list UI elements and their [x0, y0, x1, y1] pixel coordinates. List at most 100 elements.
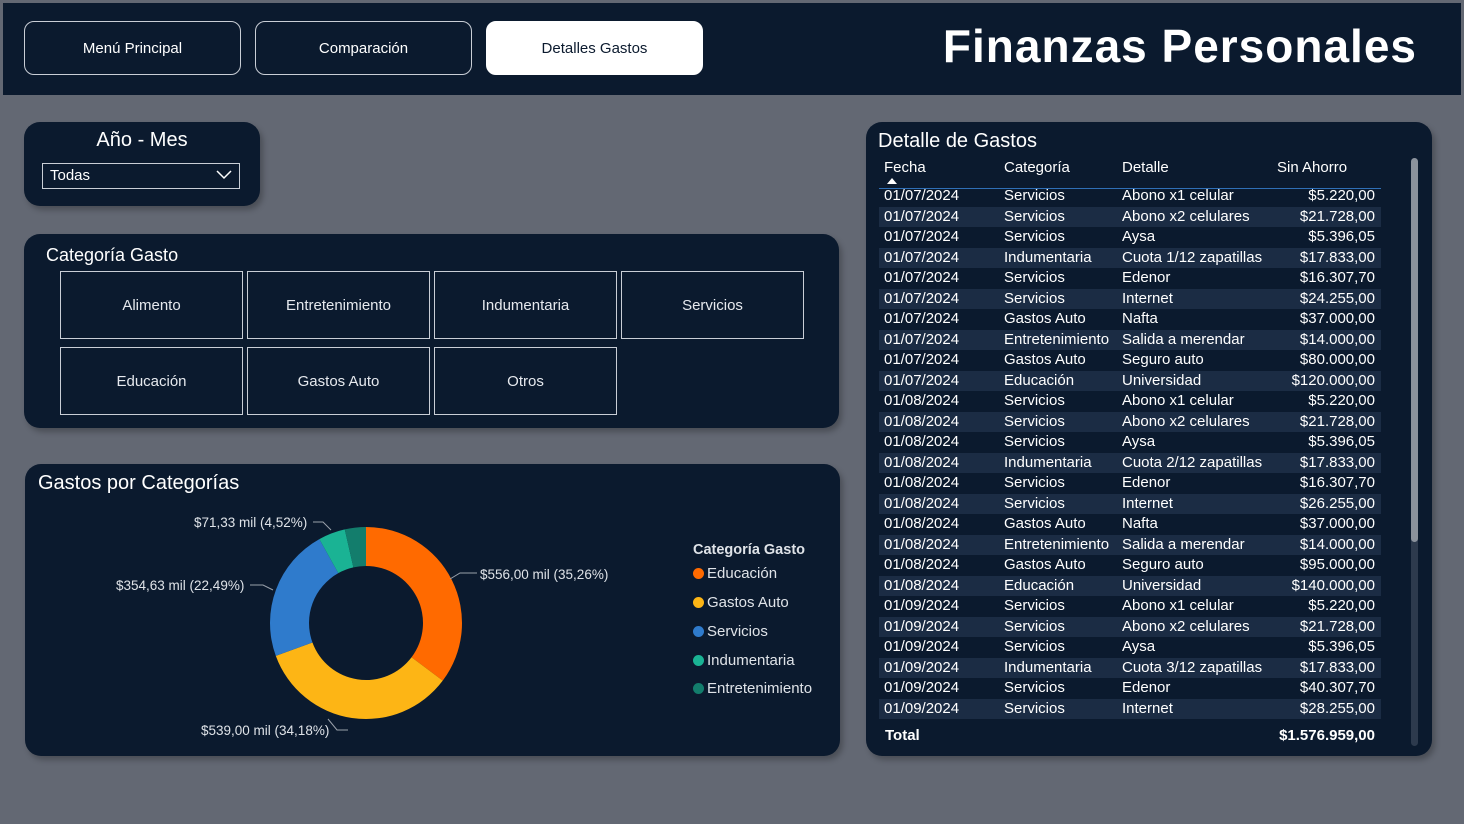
legend-item-servicios[interactable]: Servicios [693, 623, 768, 640]
table-row[interactable]: 01/07/2024 Educación Universidad $120.000,0… [879, 370, 1381, 391]
cell-categoria: Servicios [1004, 207, 1065, 225]
table-row[interactable]: 01/09/2024 Servicios Abono x2 celulares $21… [879, 616, 1381, 637]
category-tile-servicios[interactable]: Servicios [621, 271, 804, 339]
cell-categoria: Servicios [1004, 494, 1065, 512]
table-row[interactable]: 01/08/2024 Entretenimiento Salida a merend… [879, 534, 1381, 555]
table-row[interactable]: 01/09/2024 Servicios Aysa $5.396,05 [879, 637, 1381, 658]
cell-fecha: 01/07/2024 [884, 248, 960, 266]
cell-sin-ahorro: $5.220,00 [1308, 187, 1375, 204]
scrollbar-thumb[interactable] [1411, 158, 1418, 542]
table-row[interactable]: 01/07/2024 Servicios Edenor $16.307,70 [879, 268, 1381, 289]
table-row[interactable]: 01/07/2024 Servicios Abono x2 celulares $21… [879, 206, 1381, 227]
table-row[interactable]: 01/09/2024 Servicios Edenor $40.307,70 [879, 678, 1381, 699]
cell-sin-ahorro: $5.396,05 [1308, 638, 1375, 655]
category-tile-educacion[interactable]: Educación [60, 347, 243, 415]
slice-label-servicios: $354,63 mil (22,49%) [116, 578, 244, 593]
cell-fecha: 01/08/2024 [884, 392, 960, 409]
nav-button-comparacion[interactable]: Comparación [255, 21, 472, 75]
table-row[interactable]: 01/07/2024 Entretenimiento Salida a merend… [879, 329, 1381, 350]
column-header-detalle[interactable]: Detalle [1122, 159, 1169, 176]
cell-categoria: Indumentaria [1004, 453, 1092, 471]
table-row[interactable]: 01/07/2024 Servicios Abono x1 celular $5.22… [879, 186, 1381, 207]
column-header-categoria[interactable]: Categoría [1004, 159, 1070, 176]
category-tile-otros[interactable]: Otros [434, 347, 617, 415]
cell-detalle: Abono x1 celular [1122, 187, 1234, 204]
table-row[interactable]: 01/09/2024 Indumentaria Cuota 3/12 zapatil… [879, 657, 1381, 678]
column-header-sin-ahorro[interactable]: Sin Ahorro [1277, 159, 1347, 176]
legend-label: Indumentaria [707, 652, 795, 669]
cell-sin-ahorro: $14.000,00 [1299, 535, 1375, 553]
cell-fecha: 01/08/2024 [884, 576, 960, 594]
cell-sin-ahorro: $21.728,00 [1299, 412, 1375, 430]
cell-fecha: 01/08/2024 [884, 433, 960, 450]
legend-label: Servicios [707, 623, 768, 640]
legend-item-entretenimiento[interactable]: Entretenimiento [693, 680, 812, 697]
cell-detalle: Edenor [1122, 474, 1171, 491]
legend-item-indumentaria[interactable]: Indumentaria [693, 652, 795, 669]
cell-categoria: Indumentaria [1004, 248, 1092, 266]
table-row[interactable]: 01/07/2024 Indumentaria Cuota 1/12 zapatil… [879, 247, 1381, 268]
table-row[interactable]: 01/09/2024 Servicios Abono x1 celular $5.22… [879, 596, 1381, 617]
table-row[interactable]: 01/07/2024 Servicios Internet $24.255,00 [879, 288, 1381, 309]
table-row[interactable]: 01/08/2024 Servicios Abono x1 celular $5.22… [879, 391, 1381, 412]
table-row[interactable]: 01/08/2024 Servicios Abono x2 celulares $21… [879, 411, 1381, 432]
category-slicer-title: Categoría Gasto [46, 245, 179, 265]
leader-line [250, 584, 274, 591]
cell-sin-ahorro: $5.396,05 [1308, 433, 1375, 450]
cell-fecha: 01/08/2024 [884, 474, 960, 491]
leader-line [449, 572, 477, 580]
legend-dot [693, 683, 704, 694]
cell-categoria: Servicios [1004, 289, 1065, 307]
cell-categoria: Gastos Auto [1004, 515, 1086, 532]
table-row[interactable]: 01/09/2024 Servicios Internet $28.255,00 [879, 698, 1381, 719]
cell-detalle: Abono x1 celular [1122, 597, 1234, 614]
category-tile-entretenimiento[interactable]: Entretenimiento [247, 271, 430, 339]
cell-sin-ahorro: $17.833,00 [1299, 248, 1375, 266]
legend-item-educacion[interactable]: Educación [693, 565, 777, 582]
column-header-fecha[interactable]: Fecha [884, 159, 926, 176]
table-row[interactable]: 01/08/2024 Gastos Auto Nafta $37.000,00 [879, 514, 1381, 535]
cell-categoria: Educación [1004, 371, 1075, 389]
year-month-slicer: Año - Mes Todas [24, 122, 260, 206]
category-slicer: Categoría Gasto Alimento Entretenimiento… [24, 234, 839, 428]
year-month-dropdown[interactable]: Todas [42, 163, 240, 189]
category-tile-gastos-auto[interactable]: Gastos Auto [247, 347, 430, 415]
cell-categoria: Servicios [1004, 679, 1065, 696]
cell-detalle: Abono x2 celulares [1122, 412, 1250, 430]
table-row[interactable]: 01/08/2024 Servicios Internet $26.255,00 [879, 493, 1381, 514]
legend-dot [693, 655, 704, 666]
nav-button-menu-principal[interactable]: Menú Principal [24, 21, 241, 75]
cell-fecha: 01/07/2024 [884, 187, 960, 204]
donut-slice-educacion[interactable] [366, 527, 462, 681]
cell-detalle: Aysa [1122, 433, 1156, 450]
nav-button-detalles-gastos[interactable]: Detalles Gastos [486, 21, 703, 75]
table-row[interactable]: 01/08/2024 Educación Universidad $140.000,0… [879, 575, 1381, 596]
top-bar: Menú Principal Comparación Detalles Gast… [3, 3, 1461, 95]
cell-fecha: 01/09/2024 [884, 679, 960, 696]
cell-sin-ahorro: $95.000,00 [1299, 556, 1375, 573]
table-row[interactable]: 01/08/2024 Gastos Auto Seguro auto $95.000,… [879, 555, 1381, 576]
table-scrollbar[interactable] [1411, 158, 1418, 746]
table-row[interactable]: 01/07/2024 Servicios Aysa $5.396,05 [879, 227, 1381, 248]
table-row[interactable]: 01/07/2024 Gastos Auto Seguro auto $80.000,… [879, 350, 1381, 371]
cell-detalle: Edenor [1122, 269, 1171, 286]
cell-sin-ahorro: $16.307,70 [1299, 269, 1375, 286]
year-month-title: Año - Mes [96, 129, 188, 151]
cell-sin-ahorro: $37.000,00 [1299, 515, 1375, 532]
slice-label-gastos-auto: $539,00 mil (34,18%) [201, 723, 329, 738]
category-tile-alimento[interactable]: Alimento [60, 271, 243, 339]
table-row[interactable]: 01/08/2024 Servicios Aysa $5.396,05 [879, 432, 1381, 453]
category-tile-indumentaria[interactable]: Indumentaria [434, 271, 617, 339]
table-row[interactable]: 01/08/2024 Indumentaria Cuota 2/12 zapatil… [879, 452, 1381, 473]
cell-fecha: 01/08/2024 [884, 453, 960, 471]
donut-slice-servicios[interactable] [270, 539, 339, 656]
legend-item-gastos-auto[interactable]: Gastos Auto [693, 594, 789, 611]
table-row[interactable]: 01/08/2024 Servicios Edenor $16.307,70 [879, 473, 1381, 494]
cell-fecha: 01/08/2024 [884, 494, 960, 512]
cell-categoria: Servicios [1004, 187, 1065, 204]
table-row[interactable]: 01/07/2024 Gastos Auto Nafta $37.000,00 [879, 309, 1381, 330]
expense-detail-title: Detalle de Gastos [878, 130, 1037, 152]
cell-detalle: Nafta [1122, 515, 1158, 532]
cell-sin-ahorro: $5.396,05 [1308, 228, 1375, 245]
legend-label: Educación [707, 565, 778, 582]
